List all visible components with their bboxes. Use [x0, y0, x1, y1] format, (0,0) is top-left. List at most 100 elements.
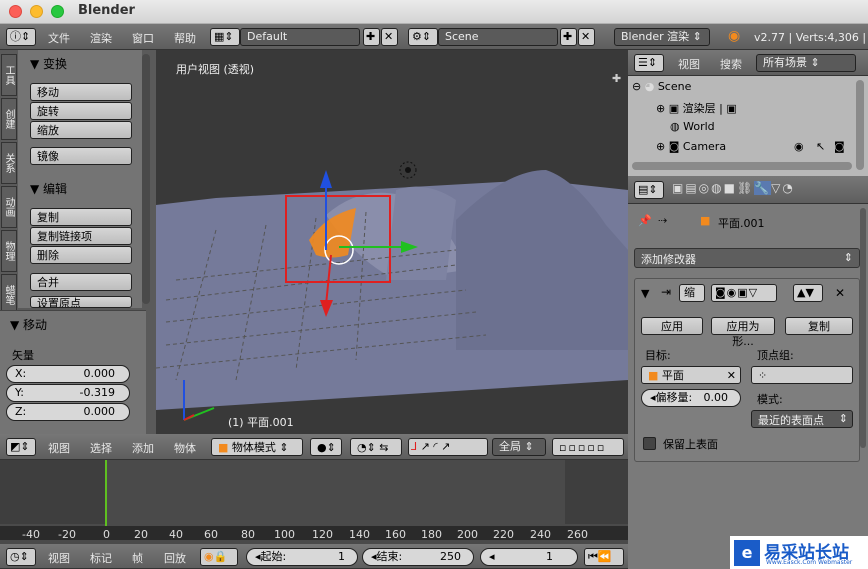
- timeline-toggle-buttons[interactable]: ◉🔒: [200, 548, 238, 566]
- outliner-row-world[interactable]: ◍ World: [670, 120, 715, 133]
- editor-type-selector[interactable]: ⓘ⇕: [6, 28, 36, 46]
- properties-scrollbar[interactable]: [860, 208, 866, 448]
- remove-layout-button[interactable]: ✕: [381, 28, 398, 46]
- edit-section-header[interactable]: ▼ 编辑: [30, 180, 67, 197]
- current-frame-field[interactable]: ◂ 1: [480, 548, 578, 566]
- tab-tools[interactable]: 工具: [1, 54, 17, 96]
- playback-controls[interactable]: ⏮⏪: [584, 548, 624, 566]
- modifier-display-toggles[interactable]: ◙◉▣▽: [711, 284, 777, 302]
- render-engine-label: Blender 渲染: [621, 30, 690, 43]
- outliner-horizontal-scrollbar[interactable]: [632, 162, 852, 170]
- tab-physics[interactable]: 物理: [1, 230, 17, 272]
- menu-file[interactable]: 文件: [48, 30, 70, 46]
- duplicate-button[interactable]: 复制: [30, 208, 132, 226]
- properties-editor-selector[interactable]: ▤⇕: [634, 181, 664, 199]
- render-engine-select[interactable]: Blender 渲染 ⇕: [614, 28, 710, 46]
- apply-as-shape-button[interactable]: 应用为形...: [711, 317, 775, 348]
- rotate-button[interactable]: 旋转: [30, 102, 132, 120]
- watermark-subtext: Www.Easck.Com Webmaster: [766, 559, 853, 566]
- view-menu[interactable]: 视图: [48, 440, 70, 456]
- y-field[interactable]: Y: -0.319: [6, 384, 130, 402]
- selectable-arrow-icon[interactable]: ↖: [816, 140, 825, 153]
- outliner-editor-selector[interactable]: ☰⇕: [634, 54, 664, 72]
- scene-selector[interactable]: ⚙⇕: [408, 28, 438, 46]
- mode-select[interactable]: ■ 物体模式 ⇕: [211, 438, 303, 456]
- z-field[interactable]: Z: 0.000: [6, 403, 130, 421]
- mirror-button[interactable]: 镜像: [30, 147, 132, 165]
- blender-logo-icon: ◉: [728, 28, 741, 44]
- outliner-search-menu[interactable]: 搜索: [720, 56, 742, 72]
- modifier-tab-wrench-icon[interactable]: 🔧: [754, 181, 772, 195]
- operator-title[interactable]: ▼ 移动: [10, 316, 47, 333]
- add-modifier-select[interactable]: 添加修改器 ⇕: [634, 248, 860, 268]
- start-frame-field[interactable]: ◂起始: 1: [246, 548, 358, 566]
- minimize-window-button[interactable]: [30, 5, 43, 18]
- timeline-view-menu[interactable]: 视图: [48, 550, 70, 566]
- remove-modifier-icon[interactable]: ✕: [835, 286, 845, 300]
- manipulator-buttons[interactable]: ⅃ ↗ ◜ ↗: [408, 438, 488, 456]
- object-menu[interactable]: 物体: [174, 440, 196, 456]
- menu-render[interactable]: 渲染: [90, 30, 112, 46]
- outliner-row-scene[interactable]: ⊖ ◕ Scene: [632, 80, 691, 93]
- outliner-filter-label: 所有场景: [763, 56, 807, 69]
- set-origin-button[interactable]: 设置原点: [30, 296, 132, 308]
- render-camera-icon[interactable]: ◙: [834, 140, 845, 153]
- move-button[interactable]: 移动: [30, 83, 132, 101]
- outliner-filter-select[interactable]: 所有场景 ⇕: [756, 54, 856, 72]
- 3d-editor-type-selector[interactable]: ◩⇕: [6, 438, 36, 456]
- scale-button[interactable]: 缩放: [30, 121, 132, 139]
- menu-window[interactable]: 窗口: [132, 30, 154, 46]
- visibility-eye-icon[interactable]: ◉: [794, 140, 804, 153]
- x-field[interactable]: X: 0.000: [6, 365, 130, 383]
- outliner-vertical-scrollbar[interactable]: [856, 80, 864, 170]
- tool-shelf-scrollbar[interactable]: [142, 54, 150, 304]
- close-window-button[interactable]: [9, 5, 22, 18]
- vertex-group-field[interactable]: ⁘: [751, 366, 853, 384]
- properties-region-toggle-icon[interactable]: ✚: [612, 72, 621, 85]
- tab-relations[interactable]: 关系: [1, 142, 17, 184]
- outliner-row-camera[interactable]: ⊕ ◙ Camera: [656, 140, 726, 153]
- duplicate-linked-button[interactable]: 复制链接项: [30, 227, 132, 245]
- properties-context-tabs[interactable]: ▣▤◎◍■⛓🔧▽◔: [672, 181, 795, 195]
- collapse-modifier-icon[interactable]: ▼: [641, 287, 649, 300]
- 3d-viewport[interactable]: 用户视图 (透视) (1) 平面.001 ✚: [156, 50, 628, 434]
- select-menu[interactable]: 选择: [90, 440, 112, 456]
- keep-above-checkbox[interactable]: [643, 437, 656, 450]
- transform-section-header[interactable]: ▼ 变换: [30, 55, 67, 72]
- shrinkwrap-mode-select[interactable]: 最近的表面点 ⇕: [751, 410, 853, 428]
- layout-selector[interactable]: ▦⇕: [210, 28, 240, 46]
- scene-name-field[interactable]: Scene: [438, 28, 558, 46]
- viewport-shading-select[interactable]: ●⇕: [310, 438, 342, 456]
- apply-button[interactable]: 应用: [641, 317, 703, 335]
- delete-button[interactable]: 删除: [30, 246, 132, 264]
- add-menu[interactable]: 添加: [132, 440, 154, 456]
- end-frame-field[interactable]: ◂结束: 250: [362, 548, 474, 566]
- join-button[interactable]: 合并: [30, 273, 132, 291]
- add-scene-button[interactable]: ✚: [560, 28, 577, 46]
- menu-help[interactable]: 帮助: [174, 30, 196, 46]
- modifier-move-buttons[interactable]: ▲▼: [793, 284, 823, 302]
- add-layout-button[interactable]: ✚: [363, 28, 380, 46]
- layer-buttons[interactable]: ▫▫▫▫▫: [552, 438, 624, 456]
- timeline-marker-menu[interactable]: 标记: [90, 550, 112, 566]
- target-field[interactable]: ■ 平面 ✕: [641, 366, 741, 384]
- outliner-row-renderlayers[interactable]: ⊕ ▣ 渲染层 | ▣: [656, 100, 737, 116]
- maximize-window-button[interactable]: [51, 5, 64, 18]
- copy-modifier-button[interactable]: 复制: [785, 317, 853, 335]
- properties-object-name: 平面.001: [718, 217, 765, 230]
- offset-field[interactable]: ◂偏移量: 0.00: [641, 389, 741, 407]
- tab-animation[interactable]: 动画: [1, 186, 17, 228]
- clear-target-icon[interactable]: ✕: [727, 368, 736, 383]
- tab-create[interactable]: 创建: [1, 98, 17, 140]
- outliner-view-menu[interactable]: 视图: [678, 56, 700, 72]
- timeline-playhead[interactable]: [105, 460, 107, 526]
- layout-name-field[interactable]: Default: [240, 28, 360, 46]
- modifier-name-field[interactable]: 缩: [679, 284, 705, 302]
- pivot-manipulator-select[interactable]: ◔⇕ ⇆: [350, 438, 402, 456]
- orientation-select[interactable]: 全局 ⇕: [492, 438, 546, 456]
- remove-scene-button[interactable]: ✕: [578, 28, 595, 46]
- timeline-editor-selector[interactable]: ◷⇕: [6, 548, 36, 566]
- timeline-playback-menu[interactable]: 回放: [164, 550, 186, 566]
- timeline-frame-menu[interactable]: 帧: [132, 550, 143, 566]
- pin-icon[interactable]: 📌: [638, 214, 652, 227]
